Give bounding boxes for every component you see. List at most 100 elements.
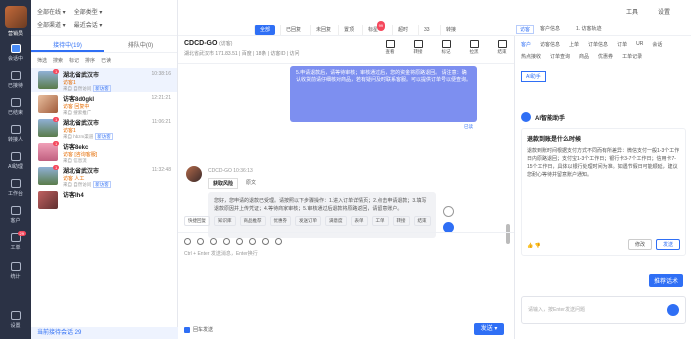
- mark-button[interactable]: 标记: [438, 40, 454, 55]
- emoji-icon[interactable]: [184, 238, 191, 245]
- user-avatar[interactable]: [4, 6, 27, 28]
- tab-original[interactable]: 原文: [242, 178, 260, 189]
- rp-tab[interactable]: 商品: [579, 53, 589, 60]
- image-icon[interactable]: [197, 238, 204, 245]
- rail-item-tickets[interactable]: 29 工单: [0, 231, 31, 251]
- list-item[interactable]: 1 访客8ekc 访客 [咨询客服] 来自 信息流: [31, 140, 177, 164]
- ai-input[interactable]: 请输入，按Enter发送问题: [521, 296, 686, 324]
- rp-tab[interactable]: 客户: [521, 41, 531, 48]
- tickets-badge: 29: [17, 231, 26, 236]
- ai-submit-icon[interactable]: [667, 304, 679, 316]
- form-button[interactable]: 表单: [350, 216, 368, 226]
- tab-count[interactable]: 33: [418, 25, 435, 35]
- rp-tab[interactable]: 上单: [569, 41, 579, 48]
- rp-tab[interactable]: 工单记录: [622, 53, 642, 60]
- composer[interactable]: Ctrl + Enter 发送消息，Enter换行 回车发送 发送 ▾: [178, 232, 514, 339]
- tab-timeout[interactable]: 超时: [392, 25, 413, 35]
- filter-sort[interactable]: 最近会话 ▾: [74, 20, 103, 29]
- rail-item-settings[interactable]: 设置: [0, 311, 31, 329]
- send-button[interactable]: 发送 ▾: [474, 323, 504, 335]
- visitor-avatar: [186, 166, 202, 182]
- tab-replied[interactable]: 已回复: [280, 25, 306, 35]
- rp-tab[interactable]: 优惠券: [598, 53, 613, 60]
- rp-tab[interactable]: UR: [636, 41, 643, 48]
- list-item[interactable]: 1 湖北省武汉市 11:32:48 访客 人工 来自 自然访问 新访客: [31, 164, 177, 188]
- rail-item-ended[interactable]: 已结束: [0, 98, 31, 116]
- session-list-filters: 全部在线 ▾ 全部类型 ▾ 全部渠道 ▾ 最近会话 ▾: [31, 0, 177, 36]
- tab-queue[interactable]: 排队中(0): [104, 39, 177, 52]
- tab-pinned[interactable]: 置顶: [338, 25, 359, 35]
- quick-reply-button[interactable]: 快捷回复: [184, 216, 210, 226]
- checkbox-icon[interactable]: [184, 326, 190, 333]
- enter-send-option[interactable]: 回车发送: [184, 326, 213, 333]
- session-list-footer[interactable]: 当前接待会话 29: [31, 327, 178, 339]
- rp-tab[interactable]: 订单: [617, 41, 627, 48]
- tab-starred[interactable]: 标星 99: [362, 21, 386, 35]
- tab-ai-assistant[interactable]: AI助手: [521, 71, 546, 82]
- header-tab-trail[interactable]: 1. 访客轨迹: [576, 25, 602, 32]
- session-tabs: 接待中(19) 排队中(0): [31, 39, 177, 53]
- tab-all[interactable]: 全部: [254, 25, 276, 35]
- feedback-icons[interactable]: 👍 👎: [527, 243, 541, 249]
- transfer-button[interactable]: 转接: [410, 40, 426, 55]
- coupon-button[interactable]: 优惠券: [269, 216, 291, 226]
- tools-button[interactable]: 工具: [626, 7, 638, 16]
- transfer-quick-button[interactable]: 转接: [392, 216, 410, 226]
- list-item[interactable]: 访客8d0gkl 12:21:21 访客 回复中 来自 搜索推广: [31, 92, 177, 116]
- tab-risk[interactable]: 获取风险: [208, 178, 239, 189]
- view-button[interactable]: 查看: [382, 40, 398, 55]
- outgoing-message: 5.申请退款后，请等待审核；审核通过后，您的资金将原路退回。 请注意：确认收货前…: [290, 66, 477, 122]
- tool-read[interactable]: 已读: [101, 57, 111, 64]
- tab-serving[interactable]: 接待中(19): [31, 39, 104, 52]
- rail-item-workbench[interactable]: 工作台: [0, 179, 31, 197]
- order-button[interactable]: 发送订单: [295, 216, 321, 226]
- product-button[interactable]: 商品推荐: [239, 216, 266, 226]
- filter-type[interactable]: 全部类型 ▾: [74, 7, 103, 16]
- ai-send-button[interactable]: 发送: [655, 239, 680, 250]
- rail-item-received[interactable]: 已接待: [0, 71, 31, 89]
- block-button[interactable]: 拉黑: [466, 40, 482, 55]
- list-item[interactable]: 1 湖北省武汉市 10:38:16 访客1 来自 自然访问 新访客: [31, 68, 177, 92]
- rail-item-sessions[interactable]: 会话中: [0, 44, 31, 62]
- tab-transfer[interactable]: 转接: [440, 25, 461, 35]
- video-icon[interactable]: [236, 238, 243, 245]
- recommend-button[interactable]: 推荐话术: [648, 274, 683, 287]
- header-tab-visitor[interactable]: 访客: [516, 25, 535, 34]
- more-icon[interactable]: [275, 238, 282, 245]
- header-tab-customer[interactable]: 客户信息: [540, 25, 560, 32]
- filter-channel[interactable]: 全部渠道 ▾: [37, 20, 66, 29]
- history-icon[interactable]: [262, 238, 269, 245]
- rp-tab[interactable]: 订单查询: [550, 53, 570, 60]
- satisfaction-button[interactable]: 满意度: [325, 216, 347, 226]
- rp-tab[interactable]: 访客信息: [540, 41, 560, 48]
- rp-tab[interactable]: 会话: [652, 41, 662, 48]
- rail-item-customers[interactable]: 客户: [0, 206, 31, 224]
- end-button[interactable]: 结束: [494, 40, 510, 55]
- tool-search[interactable]: 搜索: [53, 57, 63, 64]
- screenshot-icon[interactable]: [223, 238, 230, 245]
- top-bar: 全部 已回复 未回复 置顶 标星 99 超时 33 转接 工具 设置 访客 客户信…: [178, 0, 691, 36]
- rail-item-stats[interactable]: 统计: [0, 262, 31, 280]
- end-quick-button[interactable]: 结束: [413, 216, 431, 226]
- modify-button[interactable]: 修改: [627, 239, 652, 250]
- link-icon[interactable]: [249, 238, 256, 245]
- tab-unreplied[interactable]: 未回复: [310, 25, 336, 35]
- user-icon: [10, 206, 21, 215]
- rp-tab[interactable]: 订单信息: [588, 41, 608, 48]
- tool-mark[interactable]: 标记: [69, 57, 79, 64]
- tool-filter[interactable]: 筛选: [37, 57, 47, 64]
- rail-item-ai[interactable]: AI助理: [0, 152, 31, 170]
- ai-logo-icon: [521, 112, 531, 122]
- rp-tab[interactable]: 热点接收: [521, 53, 541, 60]
- list-item[interactable]: 1 湖北省武汉市 11:06:21 访客1 来自 hbzm渠道 新访客: [31, 116, 177, 140]
- ticket-button[interactable]: 工单: [371, 216, 389, 226]
- settings-button[interactable]: 设置: [658, 7, 670, 16]
- left-rail: 营销员 会话中 已接待 已结束 转接人 AI助理 工作台 客户 29 工单 统计…: [0, 0, 31, 339]
- tool-sort[interactable]: 排序: [85, 57, 95, 64]
- list-item[interactable]: 访客Ih4: [31, 188, 177, 212]
- file-icon[interactable]: [210, 238, 217, 245]
- filter-status[interactable]: 全部在线 ▾: [37, 7, 66, 16]
- edit-icon[interactable]: [443, 206, 454, 217]
- knowledge-button[interactable]: 知识库: [214, 216, 236, 226]
- rail-item-transfer[interactable]: 转接人: [0, 125, 31, 143]
